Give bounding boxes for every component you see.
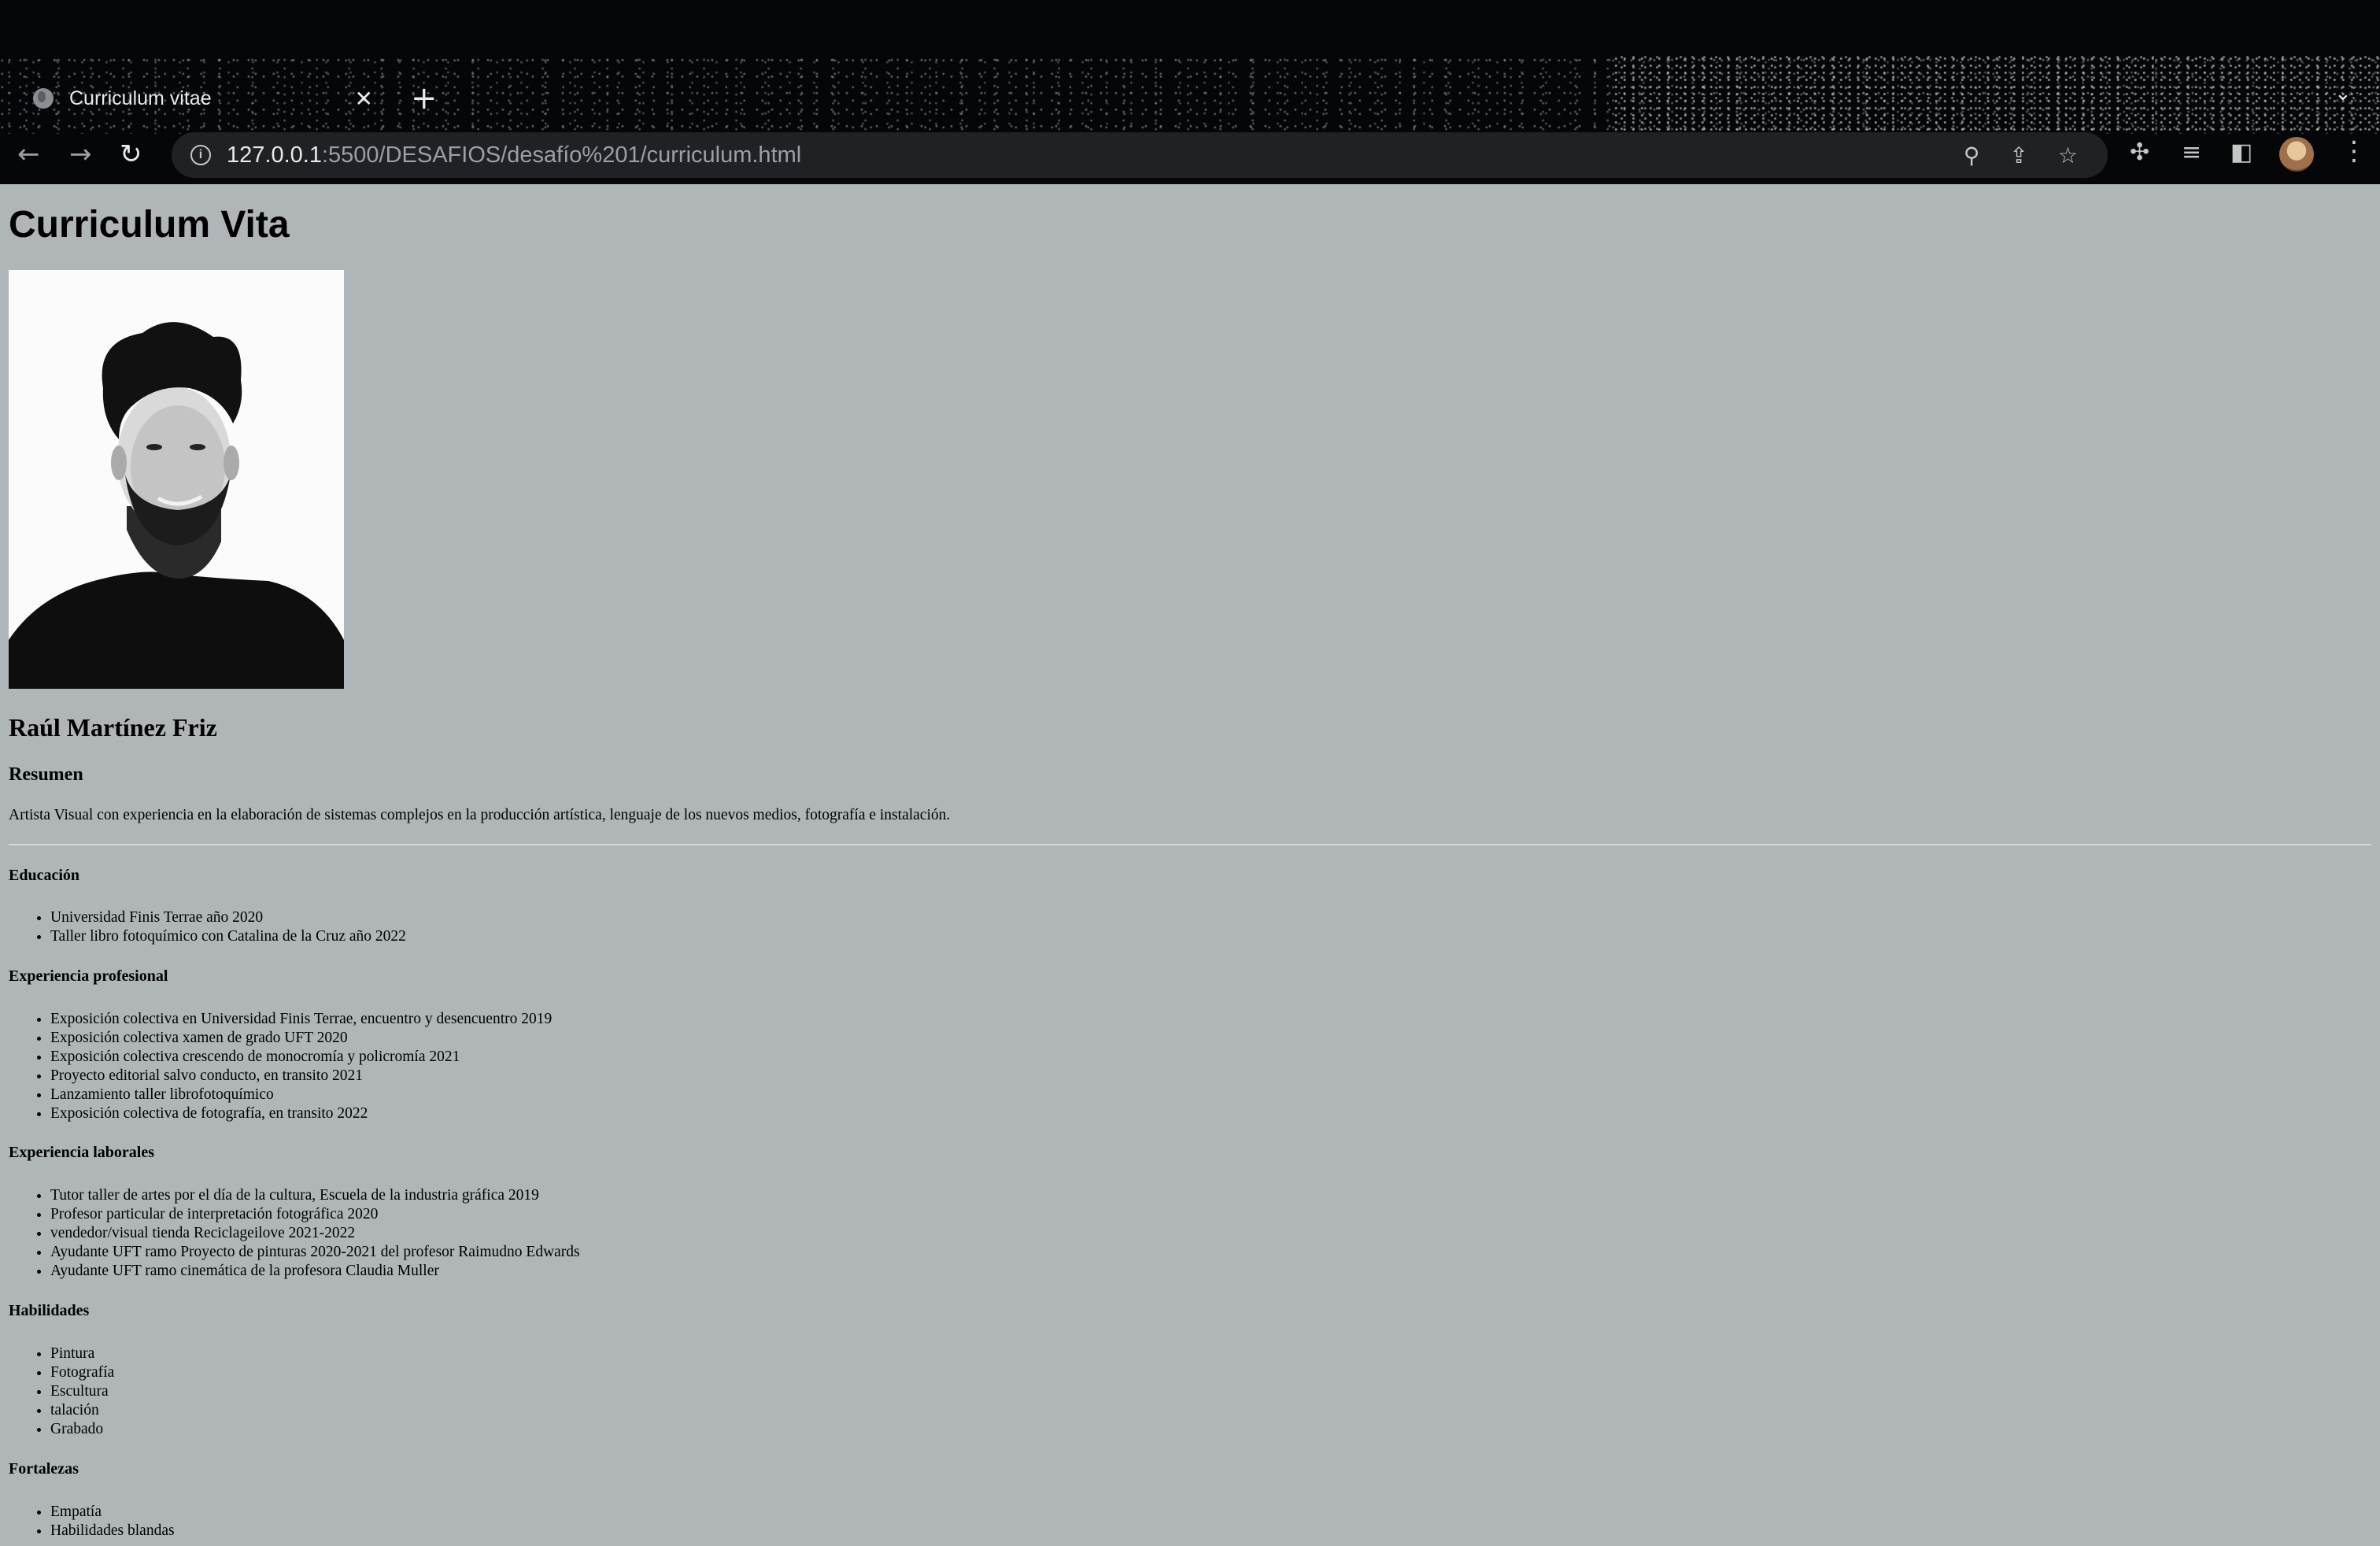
list-item: vendedor/visual tienda Reciclageilove 20…	[50, 1224, 580, 1243]
resumen-text: Artista Visual con experiencia en la ela…	[9, 807, 951, 823]
profile-photo	[9, 270, 344, 689]
resumen-heading: Resumen	[9, 764, 83, 785]
habilidades-heading: Habilidades	[9, 1302, 90, 1319]
list-item: Universidad Finis Terrae año 2020	[50, 908, 406, 927]
media-control-icon[interactable]: ≡	[2182, 139, 2201, 166]
fortalezas-heading: Fortalezas	[9, 1460, 79, 1478]
share-icon[interactable]: ⇪	[2009, 142, 2027, 168]
list-item: Profesor particular de interpretación fo…	[50, 1205, 580, 1224]
list-item: Fotografía	[50, 1363, 114, 1382]
experiencia-profesional-heading: Experiencia profesional	[9, 967, 168, 985]
new-tab-button[interactable]: +	[411, 79, 438, 118]
bookmark-star-icon[interactable]: ☆	[2058, 142, 2078, 168]
experiencia-laborales-list: Tutor taller de artes por el día de la c…	[9, 1186, 580, 1281]
educacion-list: Universidad Finis Terrae año 2020 Taller…	[9, 908, 406, 946]
person-name: Raúl Martínez Friz	[9, 713, 217, 742]
list-item: Exposición colectiva crescendo de monocr…	[50, 1048, 552, 1067]
address-bar[interactable]: i 127.0.0.1:5500/DESAFIOS/desafío%201/cu…	[172, 132, 2108, 178]
tab-title: Curriculum vitae	[69, 87, 212, 109]
browser-chrome: Curriculum vitae ✕ + ⌄ ← → ↻ i 127.0.0.1…	[0, 0, 2380, 184]
experiencia-profesional-list: Exposición colectiva en Universidad Fini…	[9, 1010, 552, 1123]
page-content: Curriculum Vita Raúl Martínez Friz Resum…	[0, 184, 2380, 1546]
globe-icon	[33, 88, 54, 109]
list-item: Habilidades blandas	[50, 1522, 175, 1540]
forward-arrow-icon[interactable]: →	[69, 135, 92, 173]
list-item: Taller libro fotoquímico con Catalina de…	[50, 927, 406, 946]
list-item: Ayudante UFT ramo cinemática de la profe…	[50, 1262, 580, 1281]
reload-icon[interactable]: ↻	[120, 135, 142, 173]
educacion-heading: Educación	[9, 867, 80, 884]
close-icon[interactable]: ✕	[355, 86, 373, 112]
fortalezas-list: Empatía Habilidades blandas	[9, 1503, 175, 1540]
menu-kebab-icon[interactable]: ⋮	[2341, 135, 2367, 167]
tab-curriculum[interactable]: Curriculum vitae ✕	[13, 76, 390, 121]
list-item: Tutor taller de artes por el día de la c…	[50, 1186, 580, 1205]
tab-list-chevron-icon[interactable]: ⌄	[2334, 82, 2352, 105]
toolbar: ← → ↻ i 127.0.0.1:5500/DESAFIOS/desafío%…	[0, 132, 2380, 184]
zoom-icon[interactable]: ⚲	[1964, 142, 1980, 168]
list-item: talación	[50, 1401, 114, 1420]
list-item: Pintura	[50, 1344, 114, 1363]
url-text[interactable]: 127.0.0.1:5500/DESAFIOS/desafío%201/curr…	[227, 142, 1964, 168]
experiencia-laborales-heading: Experiencia laborales	[9, 1144, 154, 1161]
section-divider	[9, 844, 2371, 845]
list-item: Grabado	[50, 1420, 114, 1439]
list-item: Exposición colectiva en Universidad Fini…	[50, 1010, 552, 1029]
profile-avatar[interactable]	[2279, 137, 2314, 172]
extensions-puzzle-icon[interactable]: ✣	[2130, 139, 2149, 166]
list-item: Exposición colectiva de fotografía, en t…	[50, 1104, 552, 1123]
list-item: Escultura	[50, 1382, 114, 1401]
back-arrow-icon[interactable]: ←	[17, 135, 40, 173]
starfield-theme-dense	[1613, 55, 2380, 134]
side-panel-icon[interactable]: ◧	[2230, 139, 2252, 166]
list-item: Lanzamiento taller librofotoquímico	[50, 1086, 552, 1104]
list-item: Exposición colectiva xamen de grado UFT …	[50, 1029, 552, 1048]
list-item: Ayudante UFT ramo Proyecto de pinturas 2…	[50, 1243, 580, 1262]
list-item: Empatía	[50, 1503, 175, 1522]
list-item: Proyecto editorial salvo conducto, en tr…	[50, 1067, 552, 1086]
info-icon[interactable]: i	[190, 145, 211, 165]
page-title: Curriculum Vita	[9, 204, 290, 246]
habilidades-list: Pintura Fotografía Escultura talación Gr…	[9, 1344, 114, 1439]
